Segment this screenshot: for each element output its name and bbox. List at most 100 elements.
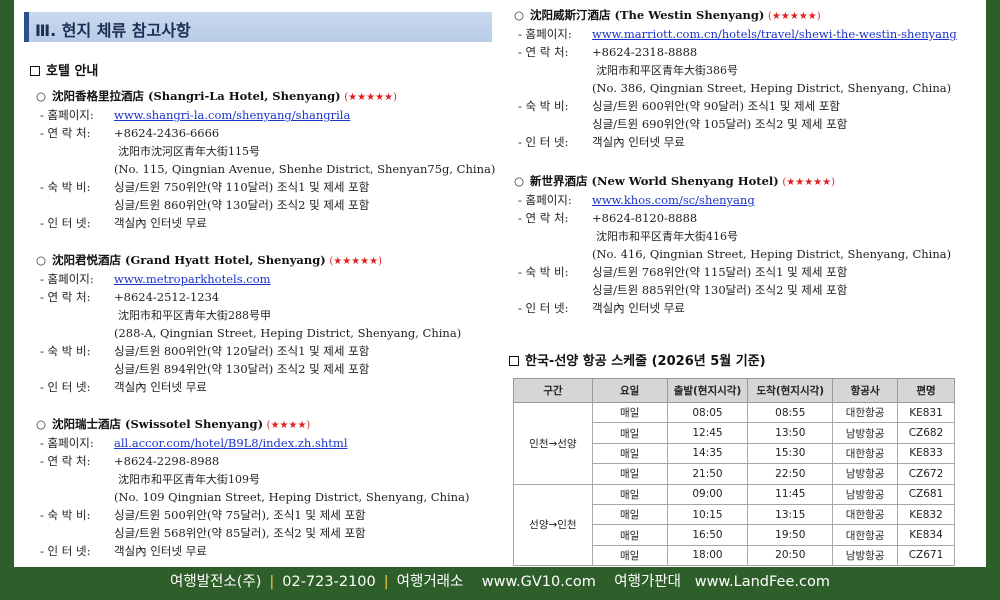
info-value: 객실內 인터넷 무료 (114, 380, 207, 394)
info-value: +8624-2512-1234 (114, 290, 220, 304)
table-cell: 매일 (591, 463, 668, 485)
info-label: - 숙 박 비: (40, 508, 91, 522)
route-cell: 선양→인천 (513, 483, 593, 567)
hotel-info-line: - 홈페이지: www.shangri-la.com/shenyang/shang… (40, 108, 350, 122)
table-cell: 매일 (591, 524, 668, 546)
star-rating: (★★★★★) (768, 11, 821, 22)
hotel-info-line: - 인 터 넷: 객실內 인터넷 무료 (40, 216, 207, 230)
table-body: 인천→선양 매일 08:05 08:55 대한항공 KE831 매일 12:45 13:50 남방… (513, 401, 955, 567)
table-cell: 10:15 (666, 503, 749, 526)
table-cell: 08:05 (666, 401, 749, 424)
hotel-website-link[interactable]: www.shangri-la.com/shenyang/shangrila (114, 108, 350, 122)
hotel-info-line: - 인 터 넷: 객실內 인터넷 무료 (518, 135, 685, 149)
hotel-info-line: - 홈페이지: www.marriott.com.cn/hotels/travel… (518, 27, 957, 41)
info-label: - 홈페이지: (40, 108, 94, 122)
hotel-title: ○ 新世界酒店 (New World Shenyang Hotel) (★★★★★… (514, 174, 835, 190)
hotel-info-line: - 연 락 처: +8624-2512-1234 (40, 290, 219, 304)
exchange-link[interactable]: www.GV10.com (482, 574, 596, 590)
hotel-name: 沈阳威斯汀酒店 (The Westin Shenyang) (530, 8, 765, 22)
flight-schedule-table: 구간 요일 출발(현지시각) 도착(현지시각) 항공사 편명 인천→선양 매일 08… (513, 378, 955, 567)
hotel-website-link[interactable]: all.accor.com/hotel/B9L8/index.zh.shtml (114, 436, 348, 450)
price-label: 여행가판대 (614, 574, 681, 590)
hotel-website-link[interactable]: www.khos.com/sc/shenyang (592, 193, 755, 207)
info-value: 싱글/트윈 750위안(약 110달러) 조식1 및 제세 포함 (114, 180, 370, 194)
table-cell: 매일 (591, 401, 668, 424)
col-header: 구간 (513, 378, 593, 403)
price-link[interactable]: www.LandFee.com (695, 574, 830, 590)
section-header: Ⅲ. 현지 체류 참고사항 (24, 12, 492, 42)
hotel-info-line: - 인 터 넷: 객실內 인터넷 무료 (518, 301, 685, 315)
table-cell: 11:45 (747, 483, 834, 505)
hotel-website-link[interactable]: www.metroparkhotels.com (114, 272, 271, 286)
circle-bullet-icon: ○ (36, 89, 47, 103)
phone-number: 02-723-2100 (282, 574, 376, 590)
table-cell: 남방항공 (832, 544, 899, 567)
col-header: 도착(현지시각) (747, 378, 834, 403)
table-cell: 대한항공 (832, 503, 899, 526)
table-header-row: 구간 요일 출발(현지시각) 도착(현지시각) 항공사 편명 (513, 378, 955, 403)
separator: | (383, 574, 389, 590)
info-label: - 숙 박 비: (518, 99, 569, 113)
table-cell: 매일 (591, 503, 668, 526)
table-cell: 18:00 (666, 544, 749, 567)
info-value: 沈阳市和平区青年大街288号甲 (118, 309, 271, 322)
info-value: 沈阳市和平区青年大街109号 (118, 473, 260, 486)
hotel-title: ○ 沈阳香格里拉酒店 (Shangri-La Hotel, Shenyang) (… (36, 89, 397, 105)
hotel-website-link[interactable]: www.marriott.com.cn/hotels/travel/shewi-… (592, 27, 957, 41)
circle-bullet-icon: ○ (36, 417, 47, 431)
table-cell: 12:45 (666, 422, 749, 444)
star-rating: (★★★★★) (344, 92, 397, 103)
hotel-name: 沈阳君悦酒店 (Grand Hyatt Hotel, Shenyang) (52, 253, 326, 267)
table-cell: KE831 (897, 401, 955, 424)
hotel-info-line: - 연 락 처: +8624-2436-6666 (40, 126, 219, 140)
table-cell: 매일 (591, 483, 668, 505)
star-rating: (★★★★★) (329, 256, 383, 267)
table-cell: 08:55 (747, 401, 834, 424)
info-label: - 연 락 처: (518, 45, 569, 59)
circle-bullet-icon: ○ (36, 253, 47, 267)
info-value: +8624-2318-8888 (592, 45, 698, 59)
info-label: - 홈페이지: (40, 272, 94, 286)
info-label: - 연 락 처: (40, 126, 91, 140)
table-row: 인천→선양 매일 08:05 08:55 대한항공 KE831 (513, 401, 955, 485)
info-value: 싱글/트윈 500위안(약 75달러), 조식1 및 제세 포함 (114, 508, 366, 522)
route-cell: 인천→선양 (513, 402, 593, 485)
hotel-info-line: - 연 락 처: +8624-8120-8888 (518, 211, 697, 225)
hotel-info-line: - 인 터 넷: 객실內 인터넷 무료 (40, 380, 207, 394)
table-row: 선양→인천 매일 09:00 11:45 남방항공 CZ681 (513, 483, 955, 567)
info-value: +8624-2298-8988 (114, 454, 220, 468)
hotel-info-line: 싱글/트윈 860위안(약 130달러) 조식2 및 제세 포함 (40, 198, 369, 212)
hotel-name: 新世界酒店 (New World Shenyang Hotel) (530, 174, 779, 188)
info-label: - 연 락 처: (40, 454, 91, 468)
hotel-info-line: - 홈페이지: all.accor.com/hotel/B9L8/index.zh… (40, 436, 348, 450)
hotel-info-line: - 홈페이지: www.metroparkhotels.com (40, 272, 271, 286)
hotel-info-line: (No. 109 Qingnian Street, Heping Distric… (40, 490, 469, 504)
table-cell: 13:15 (747, 503, 834, 526)
info-value: (288-A, Qingnian Street, Heping District… (114, 326, 462, 340)
checkbox-square-icon (509, 356, 519, 366)
col-header: 출발(현지시각) (666, 378, 749, 403)
hotel-title: ○ 沈阳威斯汀酒店 (The Westin Shenyang) (★★★★★) (514, 8, 821, 24)
hotel-info-line: (No. 416, Qingnian Street, Heping Distri… (518, 247, 951, 261)
info-value: 객실內 인터넷 무료 (114, 216, 207, 230)
info-value: (No. 115, Qingnian Avenue, Shenhe Distri… (114, 162, 496, 176)
hotel-name: 沈阳香格里拉酒店 (Shangri-La Hotel, Shenyang) (52, 89, 341, 103)
table-cell: 19:50 (747, 524, 834, 546)
info-value: 싱글/트윈 894위안(약 130달러) 조식2 및 제세 포함 (114, 362, 370, 376)
exchange-label: 여행거래소 (396, 574, 464, 590)
table-cell: 13:50 (747, 422, 834, 444)
col-header: 항공사 (832, 378, 899, 403)
info-label: - 숙 박 비: (518, 265, 569, 279)
table-cell: 21:50 (666, 463, 749, 485)
hotel-info-line: 싱글/트윈 690위안(약 105달러) 조식2 및 제세 포함 (518, 117, 847, 131)
info-label: - 연 락 처: (40, 290, 91, 304)
hotel-info-line: 싱글/트윈 885위안(약 130달러) 조식2 및 제세 포함 (518, 283, 847, 297)
hotel-info-line: (No. 115, Qingnian Avenue, Shenhe Distri… (40, 162, 495, 176)
table-cell: 15:30 (747, 442, 834, 465)
info-label: - 인 터 넷: (40, 544, 91, 558)
hotel-info-line: - 홈페이지: www.khos.com/sc/shenyang (518, 193, 755, 207)
hotel-info-line: - 인 터 넷: 객실內 인터넷 무료 (40, 544, 207, 558)
table-cell: 대한항공 (832, 524, 899, 546)
info-label: - 홈페이지: (518, 27, 572, 41)
info-value: 싱글/트윈 800위안(약 120달러) 조식1 및 제세 포함 (114, 344, 370, 358)
